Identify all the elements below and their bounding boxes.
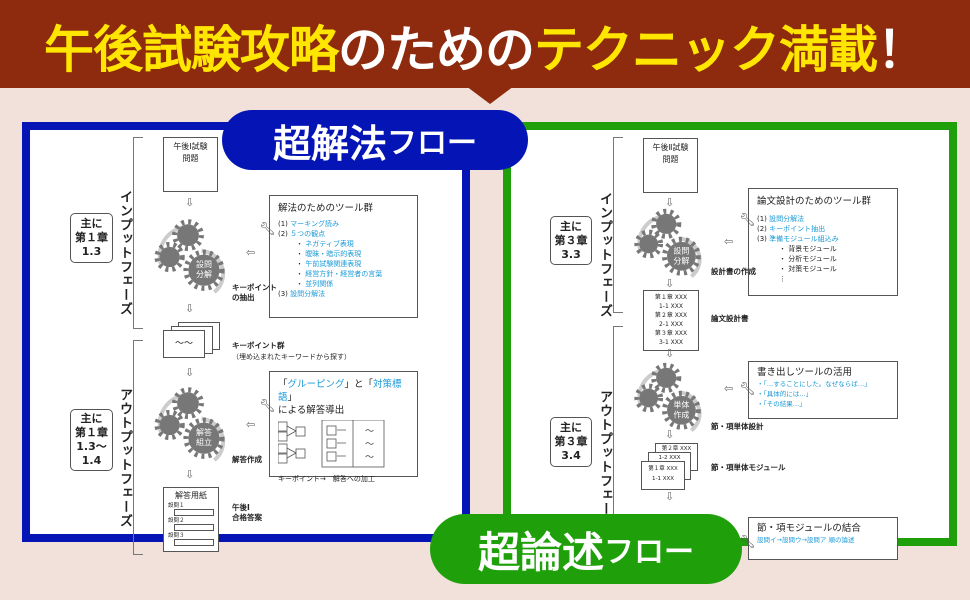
phase-label: アウトプットフェーズ <box>117 388 132 528</box>
gear-label: 分解 <box>196 269 212 279</box>
tools-box: 書き出しツールの活用 ・「…することにした。なぜならば…」 ・「具体的には…」 … <box>748 361 898 419</box>
tool-item: ・ ネガティブ表現 <box>296 240 354 248</box>
phase-bracket <box>613 326 623 526</box>
tool-item: ・ 対策モジュール <box>779 265 837 273</box>
tools-box: 解法のためのツール群 (1) マーキング読み (2) ５つの観点・ ネガティブ表現… <box>269 195 418 318</box>
tool-item: ・ 背景モジュール <box>779 245 837 253</box>
down-arrow-icon: ⇩ <box>665 347 675 360</box>
tool-item: ⋮ <box>779 275 786 283</box>
left-arrow-icon: ⇦ <box>724 382 734 395</box>
tools-box: 「グルーピング」と「対策標語」 による解答導出 〜 〜 〜 キーポイント→ 解答… <box>269 371 418 483</box>
tool-item: (3) 設問分解法 <box>278 290 326 298</box>
left-arrow-icon: ⇦ <box>246 246 256 259</box>
tool-item: ・ 分析モジュール <box>779 255 837 263</box>
gear-label: 作成 <box>673 409 689 419</box>
gear <box>656 367 677 388</box>
result-label: キーポイント群 <box>232 341 285 350</box>
phase-bracket <box>133 137 143 329</box>
left-arrow-icon: ⇦ <box>246 418 256 431</box>
right-flow-title: 超論述 フロー <box>430 514 742 584</box>
chapter-badge: 主に 第１章 1.3 <box>70 213 113 263</box>
combine-box: 節・項モジュールの結合 設問イ→設問ウ→設問ア 順の論述 <box>748 517 898 560</box>
tool-item: ・ 並列関係 <box>296 280 334 288</box>
exam-box: 午後Ⅱ試験 問題 <box>643 138 698 193</box>
design-doc: 第１章 XXX 1-1 XXX 第２章 XXX 2-1 XXX 第３章 XXX 3-1 X… <box>643 290 699 351</box>
chapter-badge: 主に 第３章 3.3 <box>550 216 592 265</box>
down-arrow-icon: ⇩ <box>185 366 195 379</box>
doc-line: 第２章 XXX <box>654 312 688 319</box>
module-front: 第１章 XXX 1-1 XXX <box>641 461 685 490</box>
step-label: 節・項単体設計 <box>711 422 764 431</box>
doc-line: 第１章 XXX <box>654 294 688 301</box>
gear-label: 設問 <box>673 245 689 255</box>
wrench-icon: 🔧︎ <box>259 222 276 237</box>
phase-bracket <box>133 340 143 555</box>
result-sub: （埋め込まれたキーワードから探す） <box>232 353 351 361</box>
right-panel <box>503 122 957 546</box>
gear-label: 分解 <box>673 255 689 265</box>
left-arrow-icon: ⇦ <box>724 235 734 248</box>
step-label: キーポイント の抽出 <box>232 283 277 302</box>
answer-sheet: 解答用紙 設問１ 設問２ 設問３ <box>163 487 219 552</box>
result-label: 午後Ⅰ 合格答案 <box>232 503 262 522</box>
gear <box>656 213 677 234</box>
tool-item: ・ 曖昧・暗示的表現 <box>296 250 362 258</box>
tool-item: ・ 経営方針・経営者の言葉 <box>296 270 383 278</box>
doc-line: 2-1 XXX <box>658 321 684 328</box>
phase-label: インプットフェーズ <box>597 192 612 318</box>
tool-item: (1) マーキング読み <box>278 220 339 228</box>
phase-label: アウトプットフェーズ <box>597 390 612 530</box>
left-flow-title: 超解法 フロー <box>222 110 528 170</box>
gears-icon: 設問分解 <box>154 219 226 294</box>
doc-label: 論文設計書 <box>711 314 749 323</box>
doc-line: 1-1 XXX <box>658 303 684 310</box>
gear-label: 単体 <box>673 399 689 409</box>
svg-text:〜: 〜 <box>365 427 374 437</box>
tool-item: (2) キーポイント抽出 <box>757 225 826 233</box>
header-pointer <box>466 86 514 104</box>
gears-icon: 解答組立 <box>154 387 226 462</box>
chapter-badge: 主に 第３章 3.4 <box>550 417 592 467</box>
phase-label: インプットフェーズ <box>117 190 132 316</box>
step-label: 設計書の作成 <box>711 267 756 276</box>
tool-item: (1) 設問分解法 <box>757 215 805 223</box>
gear-label: 解答 <box>196 427 212 437</box>
down-arrow-icon: ⇩ <box>185 468 195 481</box>
gear-label: 組立 <box>196 437 212 447</box>
down-arrow-icon: ⇩ <box>665 490 675 503</box>
down-arrow-icon: ⇩ <box>665 277 675 290</box>
wrench-icon: 🔧︎ <box>259 399 276 414</box>
wrench-icon: 🔧︎ <box>739 382 756 397</box>
chapter-badge: 主に 第１章 1.3〜 1.4 <box>70 409 113 471</box>
gear <box>159 414 180 436</box>
down-arrow-icon: ⇩ <box>185 196 195 209</box>
gear <box>639 388 659 408</box>
gear <box>177 224 199 247</box>
doc-line: 第３章 XXX <box>654 330 688 337</box>
tool-item: (3) 準備モジュール組込み <box>757 235 839 243</box>
gear <box>177 392 199 415</box>
down-arrow-icon: ⇩ <box>185 302 195 315</box>
wrench-icon: 🔧︎ <box>739 213 756 228</box>
svg-text:〜: 〜 <box>365 453 374 463</box>
svg-text:〜: 〜 <box>365 440 374 450</box>
phase-bracket <box>613 137 623 313</box>
tool-item: (2) ５つの観点 <box>278 230 326 238</box>
gears-icon: 単体作成 <box>634 362 702 432</box>
gear <box>159 246 180 268</box>
grouping-diagram: 〜 〜 〜 <box>277 419 385 468</box>
gears-icon: 設問分解 <box>634 208 702 278</box>
doc-line: 3-1 XXX <box>658 339 684 346</box>
tools-box: 論文設計のためのツール群 (1) 設問分解法 (2) キーポイント抽出 (3) 準備… <box>748 188 898 296</box>
headline: 午後試験攻略のためのテクニック満載！ <box>44 21 927 79</box>
down-arrow-icon: ⇩ <box>665 428 675 441</box>
keypoint-paper: 〜〜 <box>163 330 205 358</box>
gear <box>639 234 659 254</box>
tools-title: 解法のためのツール群 <box>278 203 374 214</box>
step-label: 解答作成 <box>232 455 262 464</box>
exam-box: 午後Ⅰ試験 問題 <box>163 137 218 192</box>
tool-item: ・ 午前試験関連表現 <box>296 260 362 268</box>
gear-label: 設問 <box>196 259 212 269</box>
module-label: 節・項単体モジュール <box>711 463 786 472</box>
